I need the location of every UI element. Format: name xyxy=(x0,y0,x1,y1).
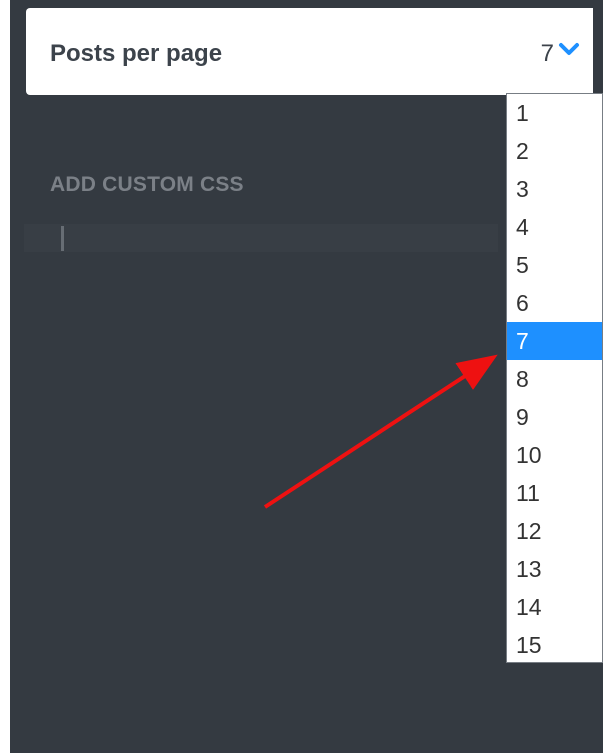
dropdown-option[interactable]: 13 xyxy=(507,550,602,588)
custom-css-heading: ADD CUSTOM CSS xyxy=(50,173,244,196)
dropdown-option[interactable]: 15 xyxy=(507,626,602,662)
dropdown-option[interactable]: 14 xyxy=(507,588,602,626)
dropdown-option[interactable]: 12 xyxy=(507,512,602,550)
dropdown-option[interactable]: 1 xyxy=(507,94,602,132)
posts-per-page-label: Posts per page xyxy=(50,40,223,67)
posts-per-page-setting[interactable]: Posts per page 7 xyxy=(26,8,593,95)
custom-css-editor[interactable] xyxy=(24,224,498,252)
dropdown-option[interactable]: 8 xyxy=(507,360,602,398)
dropdown-option[interactable]: 11 xyxy=(507,474,602,512)
dropdown-option[interactable]: 5 xyxy=(507,246,602,284)
posts-per-page-value[interactable]: 7 xyxy=(541,40,554,68)
text-cursor xyxy=(61,226,64,251)
posts-per-page-dropdown[interactable]: 1 2 3 4 5 6 7 8 9 10 11 12 13 14 15 xyxy=(506,93,603,663)
chevron-down-icon[interactable] xyxy=(558,41,580,57)
dropdown-option[interactable]: 10 xyxy=(507,436,602,474)
dropdown-option[interactable]: 9 xyxy=(507,398,602,436)
dropdown-option[interactable]: 7 xyxy=(507,322,602,360)
dropdown-option[interactable]: 4 xyxy=(507,208,602,246)
dropdown-option[interactable]: 6 xyxy=(507,284,602,322)
dropdown-option[interactable]: 2 xyxy=(507,132,602,170)
dropdown-option[interactable]: 3 xyxy=(507,170,602,208)
